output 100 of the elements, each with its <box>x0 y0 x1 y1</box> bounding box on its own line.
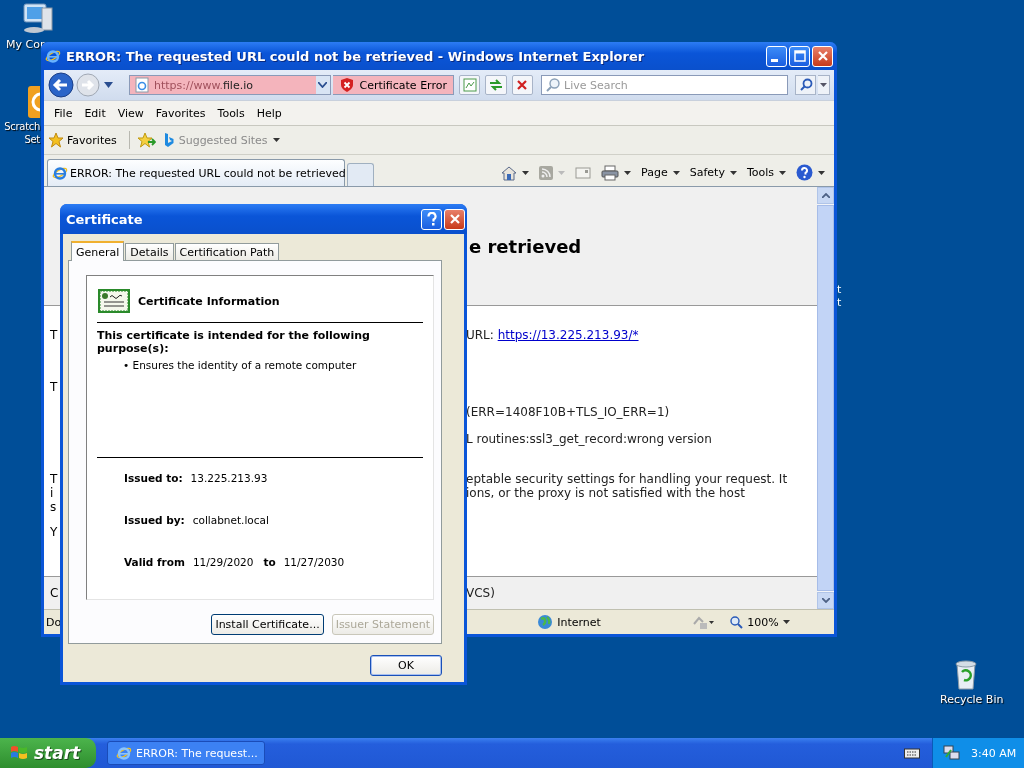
icon-label: Set <box>24 133 40 146</box>
command-menu-button[interactable]: Tools <box>743 166 789 179</box>
menu-item[interactable]: Tools <box>211 106 251 120</box>
dialog-title: Certificate <box>65 211 144 227</box>
caret-icon <box>818 170 825 175</box>
favorites-button[interactable]: Favorites <box>48 132 121 148</box>
caret-icon <box>318 82 327 88</box>
dialog-tab[interactable]: Certification Path <box>174 243 280 260</box>
page-text: L routines:ssl3_get_record:wrong version <box>466 432 712 446</box>
ie-logo-icon <box>116 745 132 761</box>
ie-logo-icon <box>45 48 61 64</box>
ok-button[interactable]: OK <box>370 655 442 676</box>
caret-icon <box>672 170 680 175</box>
search-icon <box>545 77 562 93</box>
field-value: 11/27/2030 <box>283 556 345 568</box>
purpose-item: • Ensures the identity of a remote computer <box>122 359 358 371</box>
menu-item[interactable]: View <box>111 106 150 120</box>
help-button[interactable] <box>421 208 442 230</box>
maximize-button[interactable] <box>789 45 810 67</box>
search-button[interactable] <box>795 75 817 95</box>
page-icon <box>134 77 150 93</box>
icon-label: Scratch <box>4 120 40 133</box>
house-icon <box>501 164 518 181</box>
star-icon <box>48 132 64 148</box>
dialog-tab[interactable]: General <box>71 241 125 261</box>
scroll-up-icon <box>821 193 830 198</box>
maximize-icon <box>793 50 806 62</box>
page-text: T <box>50 328 58 342</box>
page-text: (ERR=1408F10B+TLS_IO_ERR=1) <box>466 405 670 419</box>
section-title: Certificate Information <box>138 294 280 308</box>
error-shield-icon <box>338 77 355 93</box>
search-placeholder: Live Search <box>564 78 628 92</box>
envelope-icon <box>575 166 592 179</box>
certificate-icon <box>97 288 131 314</box>
icon-label: Recycle Bin <box>940 693 1004 706</box>
help-icon <box>796 164 813 181</box>
address-dropdown[interactable] <box>315 76 330 94</box>
taskbar-button[interactable]: ERROR: The request... <box>107 741 265 765</box>
menu-item[interactable]: File <box>48 106 79 120</box>
search-options-button[interactable] <box>818 75 830 95</box>
minimize-button[interactable] <box>766 45 787 67</box>
zone-text: Internet <box>557 615 601 629</box>
zoom-button[interactable]: 100% <box>730 615 790 629</box>
close-button[interactable] <box>444 208 465 230</box>
bing-logo-icon <box>163 132 174 148</box>
field-label: to <box>263 556 276 568</box>
field-value: 13.225.213.93 <box>190 472 268 484</box>
icon-label: t <box>837 296 842 309</box>
icon-label: t <box>837 283 842 296</box>
menu-item[interactable]: Favorites <box>149 106 212 120</box>
command-menu-button[interactable]: Page <box>638 166 683 179</box>
page-text: eptable security settings for handling your request. It <box>466 472 788 486</box>
caret-icon <box>624 170 632 175</box>
page-text: URL: https://13.225.213.93/* <box>466 328 639 342</box>
stop-button[interactable] <box>511 75 534 95</box>
vertical-scrollbar[interactable] <box>817 187 834 609</box>
close-icon <box>816 50 829 62</box>
caret-icon <box>782 620 790 624</box>
caret-icon <box>272 138 280 142</box>
add-favorite-button[interactable] <box>137 132 156 148</box>
back-button[interactable] <box>48 72 74 98</box>
close-button[interactable] <box>812 45 833 67</box>
certificate-error-button[interactable]: Certificate Error <box>332 75 454 95</box>
address-field[interactable]: https://www.file.io <box>129 75 331 95</box>
refresh-button[interactable] <box>485 75 507 95</box>
caret-icon <box>729 170 737 175</box>
computer-icon[interactable] <box>20 0 56 36</box>
menu-item[interactable]: Edit <box>78 106 112 120</box>
caret-icon <box>779 170 786 175</box>
globe-icon <box>537 614 554 630</box>
search-icon <box>798 78 813 92</box>
page-text: i <box>50 486 54 500</box>
window-title: ERROR: The requested URL could not be retrieved - Windows Internet Explorer <box>66 48 646 64</box>
windows-flag-icon <box>9 744 29 762</box>
field-label: Issued to: <box>124 472 183 484</box>
network-icon[interactable] <box>943 745 961 761</box>
dialog-button[interactable]: Install Certificate... <box>211 614 324 635</box>
page-text: ions, or the proxy is not satisfied with the host <box>466 486 745 500</box>
ie-logo-icon <box>52 165 68 181</box>
status-text: Do <box>46 615 62 629</box>
command-menu-button[interactable]: Safety <box>686 166 740 179</box>
star-arrow-icon <box>137 132 156 148</box>
refresh-arrows-icon <box>488 77 504 93</box>
page-heading: e retrieved <box>469 235 582 257</box>
keyboard-icon[interactable] <box>904 747 920 759</box>
caret-icon <box>104 82 113 88</box>
clock: 3:40 AM <box>971 746 1017 760</box>
caret-icon <box>558 170 566 175</box>
icon-label: My Cor <box>6 38 45 51</box>
browser-tab[interactable]: ERROR: The requested URL could not be retrieved <box>47 159 345 186</box>
help-button[interactable] <box>793 164 828 181</box>
menu-item[interactable]: Help <box>250 106 288 120</box>
page-text: T <box>50 380 58 394</box>
url-link[interactable]: https://13.225.213.93/* <box>497 328 639 342</box>
page-text: VCS) <box>466 586 495 600</box>
page-text: Y <box>50 525 58 539</box>
dialog-tab[interactable]: Details <box>125 243 174 260</box>
field-label: Issued by: <box>124 514 185 526</box>
page-text: C <box>50 586 59 600</box>
magnifier-icon <box>730 615 744 629</box>
